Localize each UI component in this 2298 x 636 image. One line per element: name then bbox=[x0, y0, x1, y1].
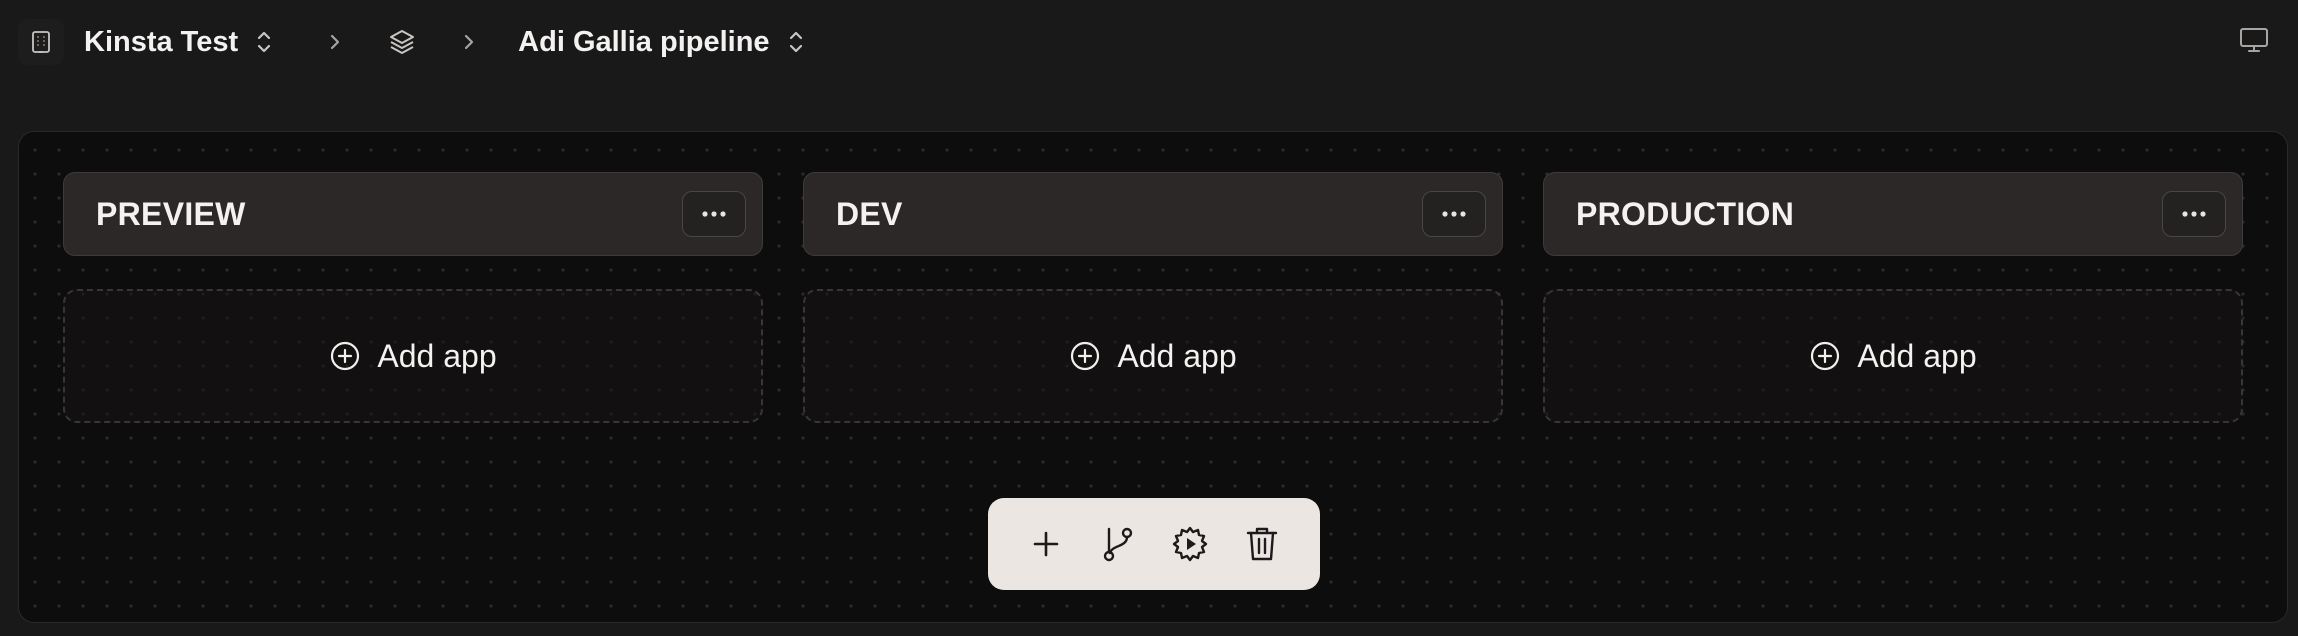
more-horizontal-icon bbox=[1442, 211, 1466, 217]
gear-play-icon bbox=[1172, 526, 1208, 562]
chevron-right-icon bbox=[331, 34, 340, 50]
pipeline-name[interactable]: Adi Gallia pipeline bbox=[518, 26, 769, 59]
delete-button[interactable] bbox=[1234, 516, 1290, 572]
stage-column-dev: DEV Add app bbox=[803, 172, 1503, 423]
pipeline-toolbar bbox=[988, 498, 1320, 590]
stage-title: DEV bbox=[836, 195, 903, 232]
org-name[interactable]: Kinsta Test bbox=[84, 26, 238, 59]
add-app-label: Add app bbox=[377, 337, 497, 374]
stage-menu-button[interactable] bbox=[682, 191, 746, 237]
branch-icon bbox=[1103, 527, 1133, 562]
add-app-button[interactable]: Add app bbox=[63, 289, 763, 423]
add-app-button[interactable]: Add app bbox=[1543, 289, 2243, 423]
trash-icon bbox=[1246, 527, 1278, 561]
more-horizontal-icon bbox=[702, 211, 726, 217]
stage-title: PRODUCTION bbox=[1576, 195, 1795, 232]
monitor-icon bbox=[2240, 28, 2268, 52]
stage-header: DEV bbox=[803, 172, 1503, 256]
stage-column-preview: PREVIEW Add app bbox=[63, 172, 763, 423]
add-app-label: Add app bbox=[1117, 337, 1237, 374]
stage-title: PREVIEW bbox=[96, 195, 246, 232]
stage-header: PREVIEW bbox=[63, 172, 763, 256]
plus-circle-icon bbox=[331, 341, 360, 371]
breadcrumb-separator bbox=[328, 31, 342, 53]
plus-circle-icon bbox=[1071, 341, 1100, 371]
pipelines-button[interactable] bbox=[388, 28, 416, 56]
stage-menu-button[interactable] bbox=[2162, 191, 2226, 237]
add-app-label: Add app bbox=[1857, 337, 1977, 374]
pipeline-switch-button[interactable] bbox=[786, 28, 806, 56]
add-app-button[interactable]: Add app bbox=[803, 289, 1503, 423]
breadcrumb-separator bbox=[462, 31, 476, 53]
more-horizontal-icon bbox=[2182, 211, 2206, 217]
stage-column-production: PRODUCTION Add app bbox=[1543, 172, 2243, 423]
plus-circle-icon bbox=[1811, 341, 1840, 371]
chevron-right-icon bbox=[465, 34, 474, 50]
view-toggle-button[interactable] bbox=[2238, 24, 2270, 61]
stage-menu-button[interactable] bbox=[1422, 191, 1486, 237]
chevron-up-down-icon bbox=[789, 31, 802, 53]
layers-icon bbox=[390, 30, 415, 54]
building-icon bbox=[32, 31, 50, 53]
top-bar: Kinsta Test Adi Gallia pipeline bbox=[0, 0, 2298, 84]
org-button[interactable] bbox=[18, 19, 64, 65]
branch-button[interactable] bbox=[1090, 516, 1146, 572]
org-switch-button[interactable] bbox=[254, 28, 274, 56]
stage-header: PRODUCTION bbox=[1543, 172, 2243, 256]
plus-icon bbox=[1033, 531, 1059, 557]
add-stage-button[interactable] bbox=[1018, 516, 1074, 572]
chevron-up-down-icon bbox=[258, 31, 271, 53]
run-settings-button[interactable] bbox=[1162, 516, 1218, 572]
